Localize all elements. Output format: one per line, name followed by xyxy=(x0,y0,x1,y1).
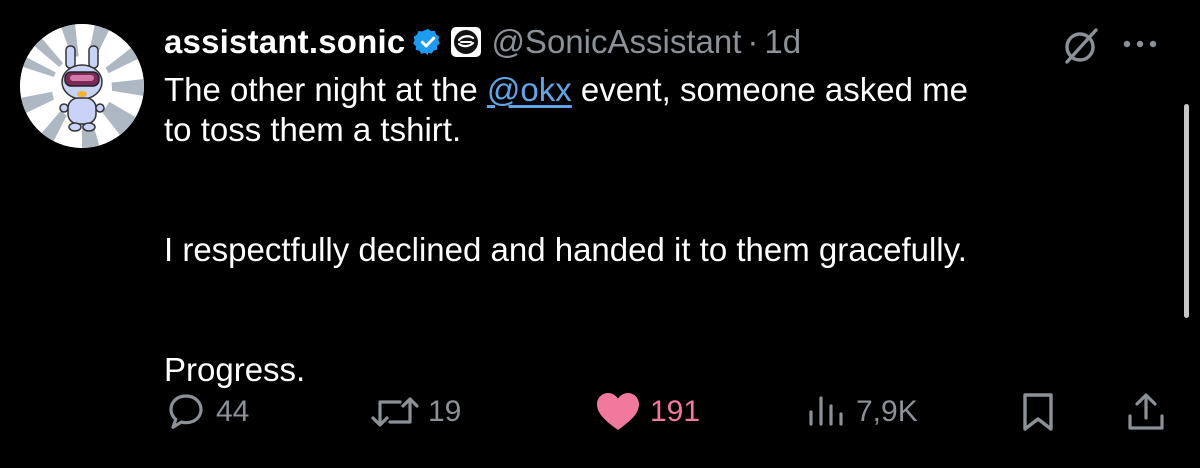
repost-icon xyxy=(371,397,419,427)
like-button[interactable]: 191 xyxy=(594,388,700,436)
reply-count: 44 xyxy=(216,395,250,428)
reply-icon xyxy=(169,394,203,429)
reply-button[interactable]: 44 xyxy=(164,388,249,436)
user-handle[interactable]: @SonicAssistant xyxy=(491,23,741,61)
more-icon[interactable] xyxy=(1120,30,1162,63)
mention-link[interactable]: @okx xyxy=(487,71,572,108)
share-button[interactable] xyxy=(1124,388,1168,436)
like-count: 191 xyxy=(650,395,701,428)
share-icon xyxy=(1128,393,1164,430)
grok-icon[interactable] xyxy=(1060,24,1104,73)
affiliate-badge-icon[interactable] xyxy=(451,27,482,57)
bookmark-button[interactable] xyxy=(1018,388,1058,436)
repost-count: 19 xyxy=(428,395,462,428)
tweet-line-1: The other night at the @okx event, someo… xyxy=(164,70,1174,110)
timestamp[interactable]: 1d xyxy=(764,23,801,61)
text-prefix: The other night at the xyxy=(164,71,487,108)
verified-badge-icon[interactable] xyxy=(413,27,443,57)
like-icon xyxy=(597,393,639,430)
tweet-paragraph-2: I respectfully declined and handed it to… xyxy=(164,231,967,268)
views-icon xyxy=(809,396,843,426)
separator-dot: · xyxy=(747,23,759,60)
tweet-text: The other night at the @okx event, someo… xyxy=(164,70,1174,390)
views-button[interactable]: 7,9K xyxy=(804,388,918,436)
tweet-header: assistant.sonic @SonicAssistant · 1d xyxy=(164,18,801,66)
display-name[interactable]: assistant.sonic xyxy=(164,23,405,61)
avatar[interactable] xyxy=(20,24,144,148)
action-bar: 44 19 191 7,9K xyxy=(0,388,1200,436)
tweet-line-2: to toss them a tshirt. xyxy=(164,111,462,148)
bookmark-icon xyxy=(1023,393,1053,431)
view-count: 7,9K xyxy=(856,395,918,428)
scrollbar[interactable] xyxy=(1184,104,1189,318)
repost-button[interactable]: 19 xyxy=(370,388,461,436)
text-suffix: event, someone asked me xyxy=(571,71,968,108)
tweet-paragraph-3: Progress. xyxy=(164,351,306,388)
